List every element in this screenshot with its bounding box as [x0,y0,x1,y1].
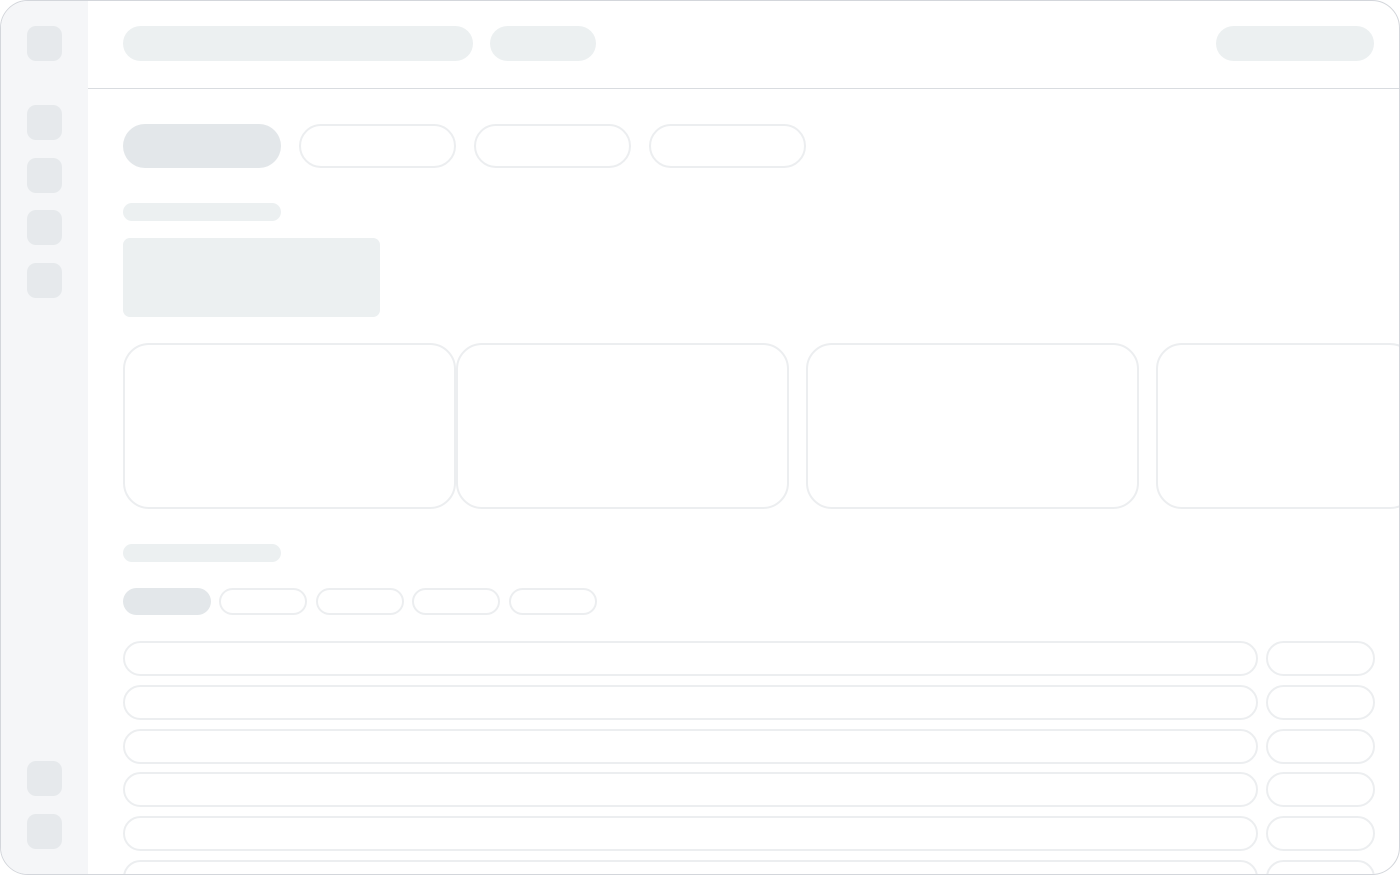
list-row-placeholder[interactable] [123,816,1258,851]
filter-chip-placeholder[interactable] [509,588,597,615]
list-row-placeholder[interactable] [123,860,1258,874]
row-action-placeholder[interactable] [1266,729,1375,764]
tab-placeholder[interactable] [649,124,806,168]
list-row-placeholder[interactable] [123,772,1258,807]
card-placeholder[interactable] [806,343,1139,509]
card-placeholder[interactable] [456,343,789,509]
tab-active-placeholder[interactable] [123,124,281,168]
section-title-placeholder [123,544,281,562]
section-title-placeholder [123,203,281,221]
filter-chip-placeholder[interactable] [316,588,404,615]
card-placeholder[interactable] [1156,343,1399,509]
row-action-placeholder[interactable] [1266,641,1375,676]
filter-chip-placeholder[interactable] [412,588,500,615]
app-window [0,0,1400,875]
card-placeholder[interactable] [123,343,456,509]
filter-chip-placeholder[interactable] [219,588,307,615]
main-content [1,1,1399,874]
filter-chip-active-placeholder[interactable] [123,588,211,615]
list-row-placeholder[interactable] [123,685,1258,720]
row-action-placeholder[interactable] [1266,772,1375,807]
summary-block-placeholder [123,238,380,317]
row-action-placeholder[interactable] [1266,685,1375,720]
row-action-placeholder[interactable] [1266,816,1375,851]
tab-placeholder[interactable] [474,124,631,168]
list-row-placeholder[interactable] [123,729,1258,764]
row-action-placeholder[interactable] [1266,860,1375,874]
list-row-placeholder[interactable] [123,641,1258,676]
tab-placeholder[interactable] [299,124,456,168]
